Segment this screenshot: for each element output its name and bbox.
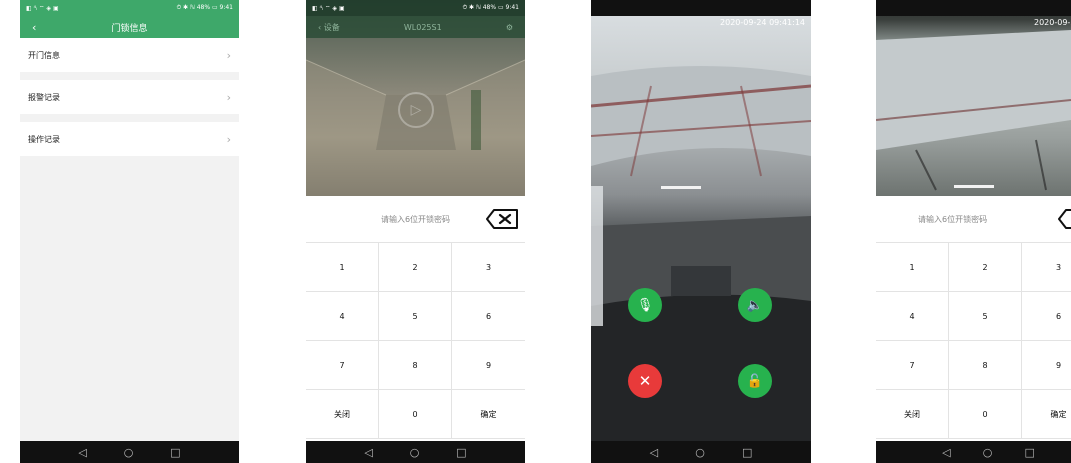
system-nav-bar: ◁ ○ □ bbox=[20, 441, 239, 463]
unlock-icon: 🔓 bbox=[746, 373, 764, 389]
chevron-right-icon: › bbox=[226, 132, 231, 146]
key-6[interactable]: 6 bbox=[452, 292, 525, 341]
key-2[interactable]: 2 bbox=[379, 243, 452, 292]
key-6[interactable]: 6 bbox=[1022, 292, 1071, 341]
key-4[interactable]: 4 bbox=[306, 292, 379, 341]
microphone-icon: 🎙 bbox=[636, 297, 654, 313]
menu-item-label: 操作记录 bbox=[28, 134, 60, 144]
nav-home-icon[interactable]: ○ bbox=[983, 446, 993, 459]
status-bar bbox=[876, 0, 1071, 16]
close-button[interactable]: 关闭 bbox=[306, 390, 379, 439]
system-nav-bar: ◁ ○ □ bbox=[876, 441, 1071, 463]
key-7[interactable]: 7 bbox=[306, 341, 379, 390]
keypad: 1 2 3 4 5 6 7 8 9 关闭 0 确定 bbox=[876, 242, 1071, 439]
office-scene-image bbox=[876, 30, 1071, 191]
nav-home-icon[interactable]: ○ bbox=[124, 446, 134, 459]
backspace-icon[interactable] bbox=[1057, 208, 1071, 230]
back-to-devices-link[interactable]: ‹ 设备 bbox=[318, 22, 340, 33]
close-icon: ✕ bbox=[638, 372, 652, 390]
nav-recent-icon[interactable]: □ bbox=[170, 446, 180, 459]
system-nav-bar: ◁ ○ □ bbox=[306, 441, 525, 463]
status-icons-left: ◧ ⁴ₗ ⌔ ◈ ▣ bbox=[26, 5, 59, 12]
key-9[interactable]: 9 bbox=[1022, 341, 1071, 390]
nav-back-icon[interactable]: ◁ bbox=[650, 446, 658, 459]
hangup-button[interactable]: ✕ bbox=[628, 364, 662, 398]
key-0[interactable]: 0 bbox=[379, 390, 452, 439]
status-icons-right: ⏱ ✱ ℕ 48% ▭ 9:41 bbox=[462, 4, 519, 11]
key-8[interactable]: 8 bbox=[949, 341, 1022, 390]
chevron-right-icon: › bbox=[226, 48, 231, 62]
speaker-icon: 🔈 bbox=[746, 297, 764, 313]
page-title: 门锁信息 bbox=[111, 23, 148, 34]
key-1[interactable]: 1 bbox=[306, 243, 379, 292]
key-0[interactable]: 0 bbox=[949, 390, 1022, 439]
pin-prompt: 请输入6位开锁密码 bbox=[380, 214, 451, 224]
nav-home-icon[interactable]: ○ bbox=[695, 446, 705, 459]
key-5[interactable]: 5 bbox=[949, 292, 1022, 341]
play-icon[interactable]: ▷ bbox=[398, 92, 434, 128]
video-timestamp: 2020-09-24 09:4 bbox=[1034, 18, 1071, 27]
device-header: ‹ 设备 WL025S1 ⚙ bbox=[306, 16, 525, 38]
camera-feed bbox=[591, 16, 811, 441]
backspace-icon[interactable] bbox=[485, 208, 519, 230]
title-bar: ‹ 门锁信息 bbox=[20, 16, 239, 38]
video-preview: ◧ ⁴ₗ ⌔ ◈ ▣ ⏱ ✱ ℕ 48% ▭ 9:41 ‹ 设备 WL025S1… bbox=[306, 0, 525, 196]
nav-back-icon[interactable]: ◁ bbox=[78, 446, 86, 459]
gear-icon[interactable]: ⚙ bbox=[506, 23, 513, 32]
key-5[interactable]: 5 bbox=[379, 292, 452, 341]
nav-recent-icon[interactable]: □ bbox=[456, 446, 466, 459]
menu-item-label: 报警记录 bbox=[28, 92, 60, 102]
key-4[interactable]: 4 bbox=[876, 292, 949, 341]
system-nav-bar: ◁ ○ □ bbox=[591, 441, 811, 463]
divider bbox=[20, 114, 239, 122]
status-bar: ◧ ⁴ₗ ⌔ ◈ ▣ ⏱ ✱ ℕ 48% ▭ 9:41 bbox=[20, 0, 239, 16]
key-7[interactable]: 7 bbox=[876, 341, 949, 390]
divider bbox=[20, 72, 239, 80]
chevron-right-icon: › bbox=[226, 90, 231, 104]
pin-prompt: 请输入6位开锁密码 bbox=[918, 214, 988, 224]
pin-panel: 请输入6位开锁密码 1 2 3 4 5 6 7 8 9 关闭 0 确定 bbox=[306, 196, 525, 441]
microphone-button[interactable]: 🎙 bbox=[628, 288, 662, 322]
nav-back-icon[interactable]: ◁ bbox=[942, 446, 950, 459]
key-3[interactable]: 3 bbox=[452, 243, 525, 292]
video-call-screen: 2020-09-24 09:41:14 🎙 🔈 ✕ 🔓 ◁ ○ □ bbox=[591, 0, 811, 463]
status-icons-left: ◧ ⁴ₗ ⌔ ◈ ▣ bbox=[312, 5, 345, 12]
video-pin-entry-screen: 2020-09-24 09:4 请输入6位开锁密码 1 2 3 4 5 6 7 … bbox=[876, 0, 1071, 463]
key-1[interactable]: 1 bbox=[876, 243, 949, 292]
menu-item-operation-records[interactable]: 操作记录 › bbox=[20, 122, 239, 156]
office-scene-image bbox=[591, 66, 811, 441]
pin-header: 请输入6位开锁密码 bbox=[306, 196, 525, 242]
pin-panel: 请输入6位开锁密码 1 2 3 4 5 6 7 8 9 关闭 0 确定 bbox=[876, 196, 1071, 441]
nav-home-icon[interactable]: ○ bbox=[410, 446, 420, 459]
door-lock-info-screen: ◧ ⁴ₗ ⌔ ◈ ▣ ⏱ ✱ ℕ 48% ▭ 9:41 ‹ 门锁信息 开门信息 … bbox=[20, 0, 239, 463]
nav-back-icon[interactable]: ◁ bbox=[364, 446, 372, 459]
menu-item-label: 开门信息 bbox=[28, 50, 60, 60]
confirm-button[interactable]: 确定 bbox=[1022, 390, 1071, 439]
nav-recent-icon[interactable]: □ bbox=[742, 446, 752, 459]
video-timestamp: 2020-09-24 09:41:14 bbox=[720, 18, 805, 27]
device-id: WL025S1 bbox=[403, 22, 442, 32]
status-bar: ◧ ⁴ₗ ⌔ ◈ ▣ ⏱ ✱ ℕ 48% ▭ 9:41 bbox=[306, 0, 525, 16]
close-button[interactable]: 关闭 bbox=[876, 390, 949, 439]
camera-feed bbox=[876, 0, 1071, 196]
unlock-button[interactable]: 🔓 bbox=[738, 364, 772, 398]
back-icon[interactable]: ‹ bbox=[32, 21, 36, 34]
pin-header: 请输入6位开锁密码 bbox=[876, 196, 1071, 242]
key-9[interactable]: 9 bbox=[452, 341, 525, 390]
status-icons-right: ⏱ ✱ ℕ 48% ▭ 9:41 bbox=[176, 4, 233, 11]
key-3[interactable]: 3 bbox=[1022, 243, 1071, 292]
confirm-button[interactable]: 确定 bbox=[452, 390, 525, 439]
pin-entry-screen: ◧ ⁴ₗ ⌔ ◈ ▣ ⏱ ✱ ℕ 48% ▭ 9:41 ‹ 设备 WL025S1… bbox=[306, 0, 525, 463]
key-2[interactable]: 2 bbox=[949, 243, 1022, 292]
menu-item-alarm-records[interactable]: 报警记录 › bbox=[20, 80, 239, 114]
menu-item-open-records[interactable]: 开门信息 › bbox=[20, 38, 239, 72]
keypad: 1 2 3 4 5 6 7 8 9 关闭 0 确定 bbox=[306, 242, 525, 439]
key-8[interactable]: 8 bbox=[379, 341, 452, 390]
nav-recent-icon[interactable]: □ bbox=[1025, 446, 1035, 459]
speaker-button[interactable]: 🔈 bbox=[738, 288, 772, 322]
